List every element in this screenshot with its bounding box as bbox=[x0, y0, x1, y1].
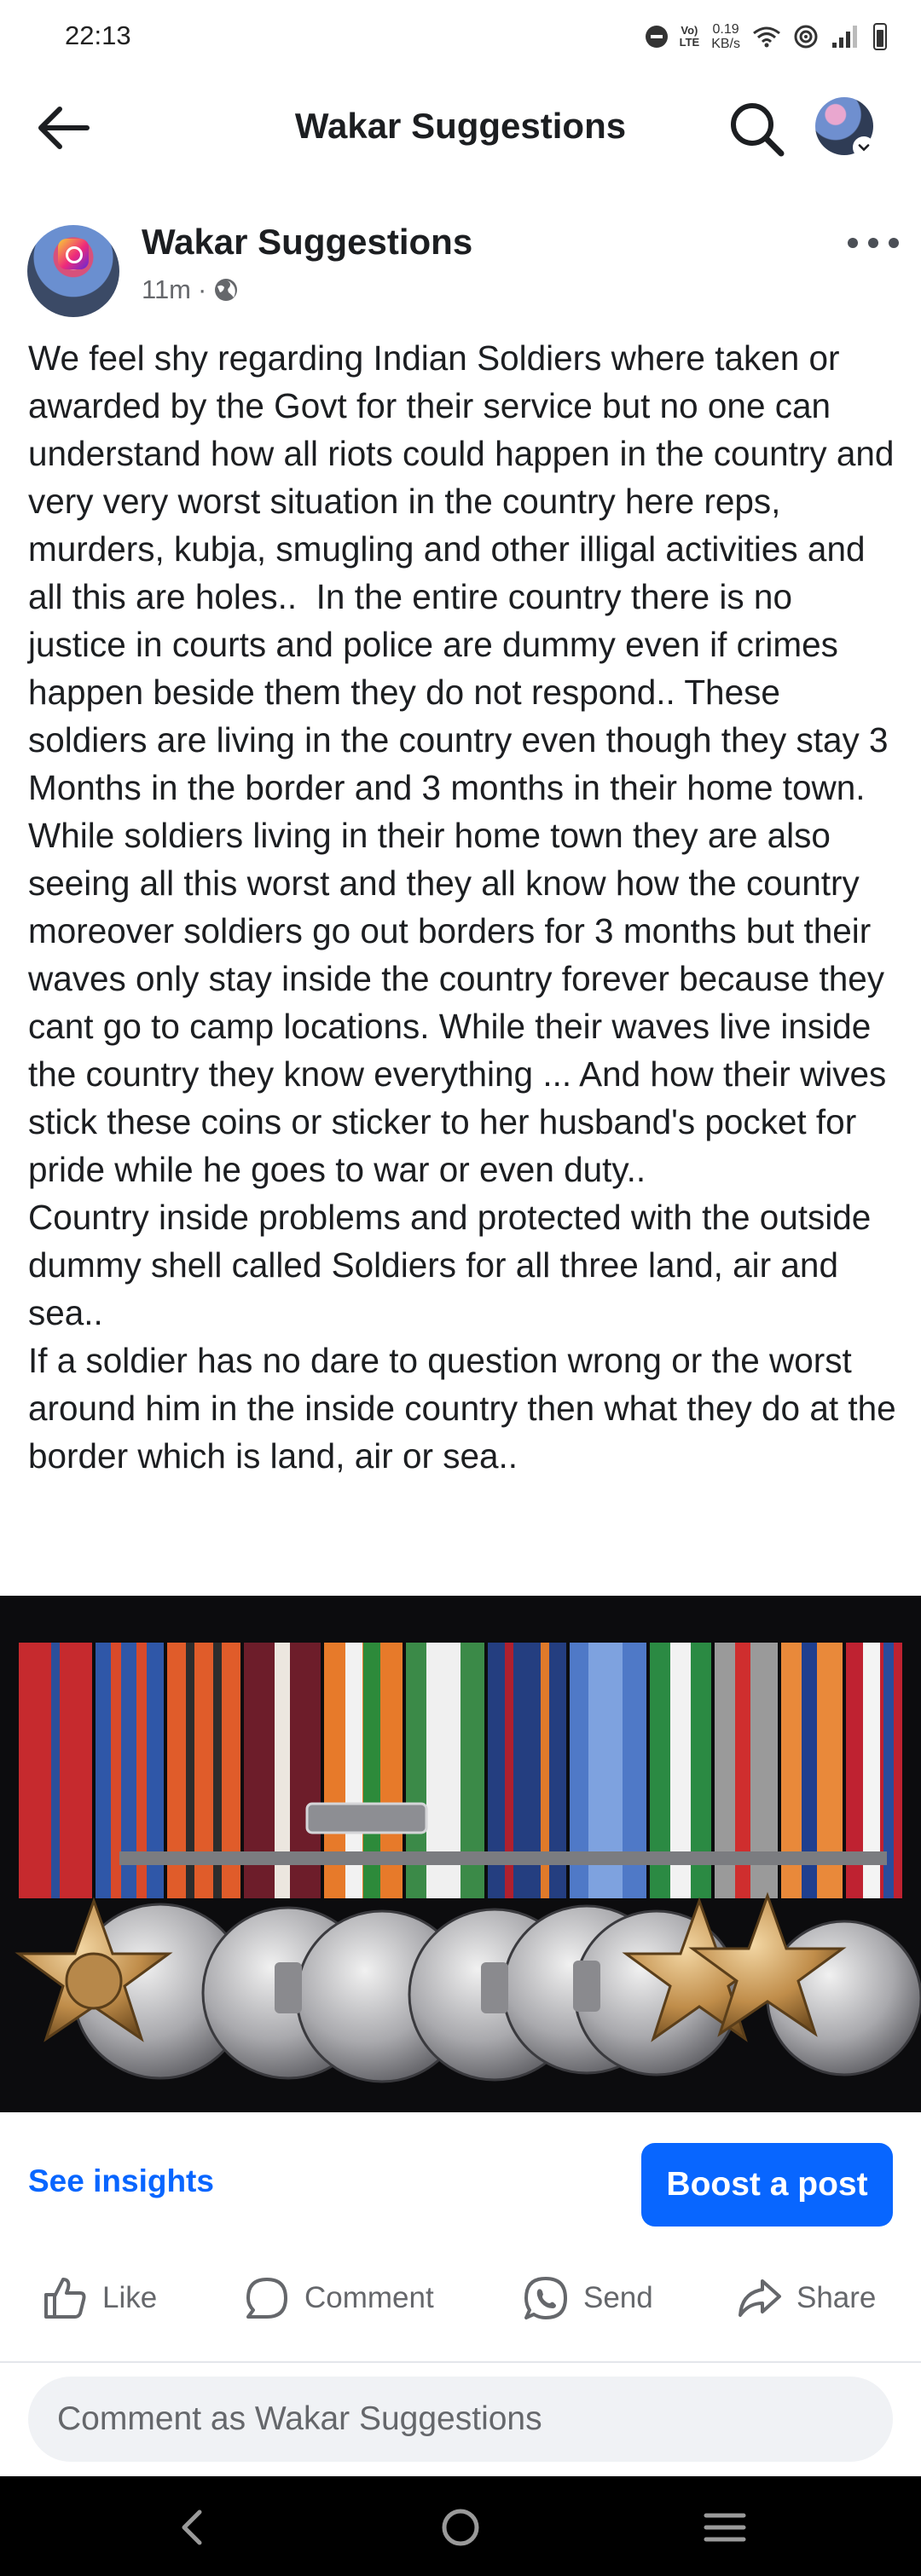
like-label: Like bbox=[102, 2281, 158, 2314]
page-avatar[interactable] bbox=[27, 225, 119, 317]
post-action-bar: Like Comment Send Share bbox=[0, 2261, 921, 2336]
nav-back-icon[interactable] bbox=[167, 2502, 218, 2553]
nav-home-icon[interactable] bbox=[435, 2502, 486, 2553]
battery-icon bbox=[873, 23, 887, 50]
thumbs-up-icon bbox=[44, 2278, 86, 2319]
signal-icon bbox=[832, 26, 857, 48]
status-bar: 22:13 Vo) LTE 0.19 KB/s bbox=[0, 0, 921, 77]
meta-separator: · bbox=[198, 274, 207, 304]
more-options-icon[interactable] bbox=[848, 230, 899, 256]
instagram-logo-icon bbox=[58, 239, 89, 269]
nav-recents-icon[interactable] bbox=[699, 2502, 750, 2553]
like-button[interactable]: Like bbox=[41, 2261, 157, 2336]
post-paragraph: If a soldier has no dare to question wro… bbox=[28, 1341, 906, 1476]
medals-illustration bbox=[0, 1596, 921, 2112]
post-body: We feel shy regarding Indian Soldiers wh… bbox=[28, 334, 898, 1480]
share-button[interactable]: Share bbox=[735, 2261, 876, 2336]
status-icons: Vo) LTE 0.19 KB/s bbox=[645, 15, 887, 58]
whatsapp-icon bbox=[524, 2277, 567, 2319]
comment-placeholder: Comment as Wakar Suggestions bbox=[57, 2400, 542, 2437]
post-meta: 11m · bbox=[142, 274, 239, 305]
comment-button[interactable]: Comment bbox=[243, 2261, 434, 2336]
data-rate: 0.19 KB/s bbox=[711, 22, 740, 51]
wifi-icon bbox=[753, 26, 780, 48]
share-arrow-icon bbox=[739, 2279, 781, 2317]
boost-post-button[interactable]: Boost a post bbox=[641, 2143, 893, 2227]
system-navigation-bar bbox=[0, 2476, 921, 2576]
send-label: Send bbox=[583, 2281, 653, 2314]
post-paragraph: Country inside problems and protected wi… bbox=[28, 1198, 881, 1332]
post-header: Wakar Suggestions 11m · bbox=[0, 213, 921, 324]
post-author[interactable]: Wakar Suggestions bbox=[142, 222, 472, 263]
hotspot-icon bbox=[794, 25, 818, 49]
divider bbox=[0, 2361, 921, 2363]
post-time[interactable]: 11m bbox=[142, 274, 191, 305]
volte-indicator: Vo) LTE bbox=[679, 24, 700, 49]
do-not-disturb-icon bbox=[645, 26, 668, 48]
share-label: Share bbox=[796, 2281, 877, 2314]
status-time: 22:13 bbox=[65, 20, 131, 50]
comment-bubble-icon bbox=[246, 2278, 287, 2319]
post-photo-medals[interactable] bbox=[0, 1596, 921, 2112]
comment-label: Comment bbox=[304, 2281, 434, 2314]
comment-input[interactable]: Comment as Wakar Suggestions bbox=[28, 2377, 893, 2462]
app-bar: Wakar Suggestions bbox=[0, 77, 921, 179]
see-insights-link[interactable]: See insights bbox=[28, 2163, 214, 2199]
send-button[interactable]: Send bbox=[522, 2261, 653, 2336]
post-paragraph: We feel shy regarding Indian Soldiers wh… bbox=[28, 338, 904, 1189]
chevron-down-icon[interactable] bbox=[853, 136, 875, 159]
globe-icon bbox=[215, 279, 238, 301]
search-icon[interactable] bbox=[727, 99, 786, 159]
